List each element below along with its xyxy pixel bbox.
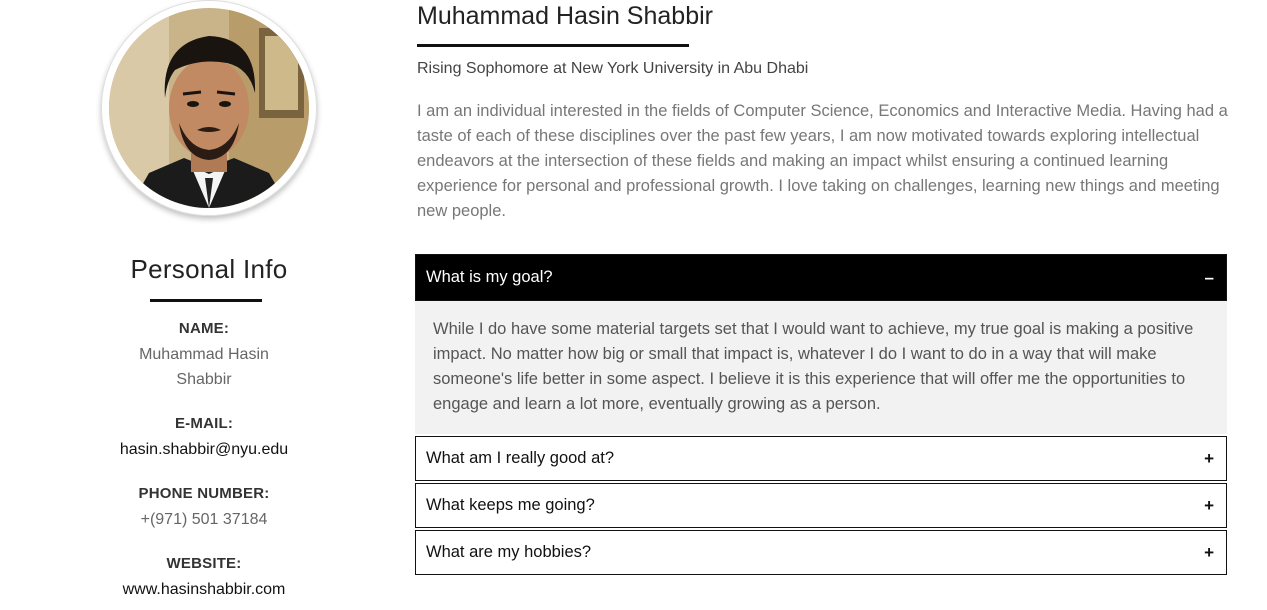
faq-accordion: What is my goal? – While I do have some … — [415, 254, 1227, 575]
accordion-header-hobbies[interactable]: What are my hobbies? + — [415, 530, 1227, 575]
profile-photo-frame — [101, 0, 317, 216]
plus-icon: + — [1204, 495, 1214, 515]
website-label: WEBSITE: — [166, 555, 242, 572]
website-info: WEBSITE: www.hasinshabbir.com — [0, 555, 408, 602]
name-value-line2: Shabbir — [176, 371, 232, 388]
email-value[interactable]: hasin.shabbir@nyu.edu — [0, 437, 408, 462]
accordion-header-goal[interactable]: What is my goal? – — [415, 254, 1227, 301]
plus-icon: + — [1204, 448, 1214, 468]
personal-info-title: Personal Info — [130, 254, 288, 284]
name-divider — [417, 44, 689, 47]
website-value[interactable]: www.hasinshabbir.com — [0, 577, 408, 602]
name-info: NAME: Muhammad Hasin Shabbir — [0, 320, 408, 392]
accordion-question: What keeps me going? — [426, 496, 595, 514]
profile-bio: I am an individual interested in the fie… — [417, 102, 1228, 220]
personal-info-divider — [150, 299, 262, 302]
profile-name: Muhammad Hasin Shabbir — [417, 2, 713, 30]
name-value-line1: Muhammad Hasin — [139, 346, 269, 363]
email-label: E-MAIL: — [174, 415, 234, 432]
phone-value: +(971) 501 37184 — [140, 511, 268, 528]
accordion-question: What are my hobbies? — [426, 543, 592, 561]
accordion-header-keeps-going[interactable]: What keeps me going? + — [415, 483, 1227, 528]
minus-icon: – — [1204, 267, 1214, 287]
accordion-panel-goal: While I do have some material targets se… — [415, 301, 1227, 434]
name-label: NAME: — [178, 320, 230, 337]
plus-icon: + — [1204, 542, 1214, 562]
email-info: E-MAIL: hasin.shabbir@nyu.edu — [0, 415, 408, 462]
profile-photo — [109, 8, 309, 208]
phone-info: PHONE NUMBER: +(971) 501 37184 — [0, 485, 408, 532]
accordion-question: What is my goal? — [426, 268, 553, 286]
phone-label: PHONE NUMBER: — [138, 485, 270, 502]
accordion-header-good-at[interactable]: What am I really good at? + — [415, 436, 1227, 481]
accordion-question: What am I really good at? — [426, 449, 615, 467]
profile-subtitle: Rising Sophomore at New York University … — [417, 60, 809, 77]
